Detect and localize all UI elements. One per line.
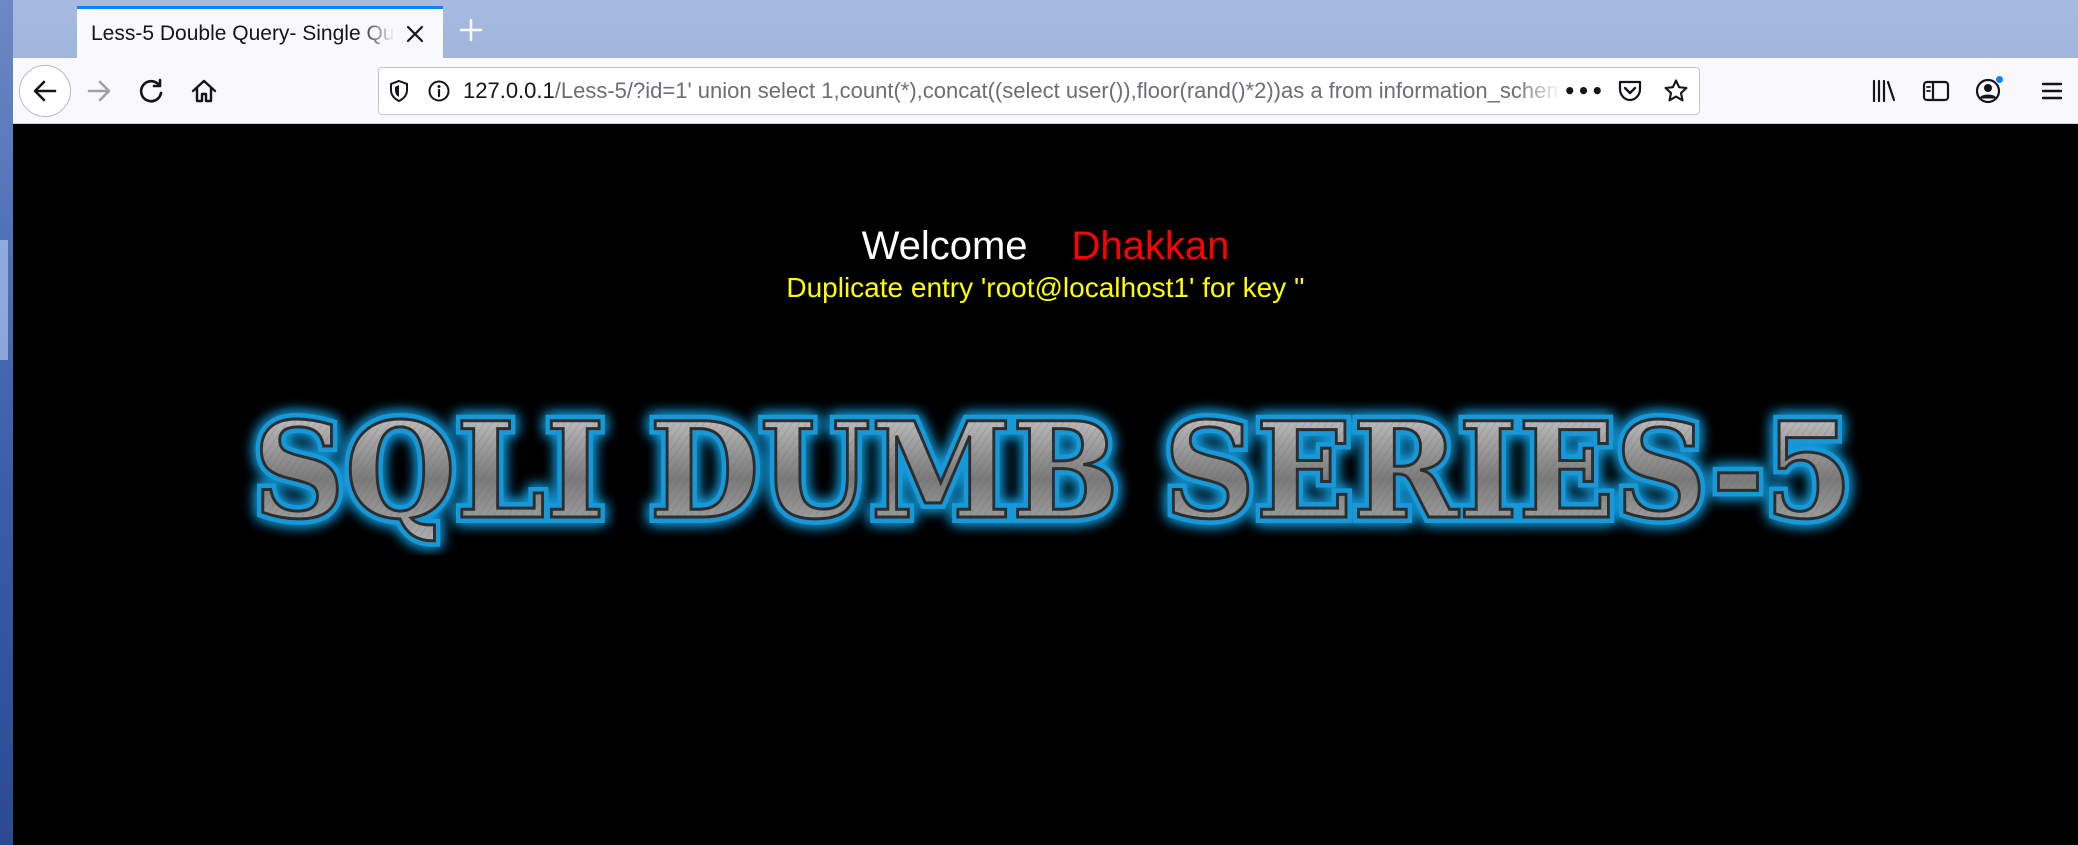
home-button[interactable] (178, 65, 230, 117)
page-actions-button[interactable]: ••• (1561, 68, 1607, 114)
more-icon: ••• (1563, 79, 1605, 103)
tab-active[interactable]: Less-5 Double Query- Single Quotes- Stri… (77, 6, 443, 58)
navigation-toolbar: 127.0.0.1/Less-5/?id=1' union select 1,c… (13, 58, 2078, 124)
tracking-protection-shield-icon[interactable] (379, 68, 419, 114)
banner-texture: SQLI DUMB SERIES-5 (253, 395, 1853, 549)
url-path: /Less-5/?id=1' union select 1,count(*),c… (554, 78, 1561, 103)
sidebar-button[interactable] (1910, 67, 1962, 115)
url-actions: ••• (1561, 68, 1699, 114)
reload-icon (139, 78, 163, 103)
close-tab-icon[interactable] (401, 20, 429, 48)
pocket-icon (1618, 80, 1642, 102)
sidebar-icon (1922, 80, 1950, 102)
series-banner-image: SQLI DUMB SERIES-5 SQLI DUMB SERIES-5 SQ… (247, 395, 1859, 555)
tab-strip: Less-5 Double Query- Single Quotes- Stri… (13, 0, 2078, 58)
sql-error-message: Duplicate entry 'root@localhost1' for ke… (786, 272, 1305, 303)
toolbar-right (1858, 67, 2078, 115)
library-button[interactable] (1858, 67, 1910, 115)
user-name: Dhakkan (1071, 224, 1230, 268)
home-icon (191, 79, 217, 103)
notification-dot (1995, 75, 2004, 84)
url-host: 127.0.0.1 (463, 78, 555, 103)
forward-button[interactable] (73, 65, 125, 117)
site-info-icon[interactable] (419, 68, 459, 114)
save-to-pocket-button[interactable] (1607, 68, 1653, 114)
welcome-text: Welcome (861, 224, 1028, 268)
plus-icon (459, 18, 483, 42)
welcome-line: Welcome Dhakkan (13, 222, 2078, 270)
back-button[interactable] (19, 65, 71, 117)
new-tab-button[interactable] (453, 12, 489, 48)
hamburger-icon (2041, 82, 2063, 100)
account-button[interactable] (1962, 67, 2014, 115)
address-bar[interactable]: 127.0.0.1/Less-5/?id=1' union select 1,c… (378, 67, 1700, 115)
library-icon (1872, 79, 1896, 103)
page-content: Welcome Dhakkan Duplicate entry 'root@loc… (13, 125, 2078, 845)
url-text[interactable]: 127.0.0.1/Less-5/?id=1' union select 1,c… (459, 78, 1561, 104)
star-icon (1664, 79, 1688, 102)
arrow-right-icon (87, 80, 111, 102)
desktop-edge (0, 0, 13, 845)
arrow-left-icon (33, 80, 57, 102)
menu-button[interactable] (2026, 67, 2078, 115)
tab-title: Less-5 Double Query- Single Quotes- Stri… (91, 21, 395, 45)
reload-button[interactable] (125, 65, 177, 117)
bookmark-star-button[interactable] (1653, 68, 1699, 114)
browser-window: Less-5 Double Query- Single Quotes- Stri… (13, 0, 2078, 845)
